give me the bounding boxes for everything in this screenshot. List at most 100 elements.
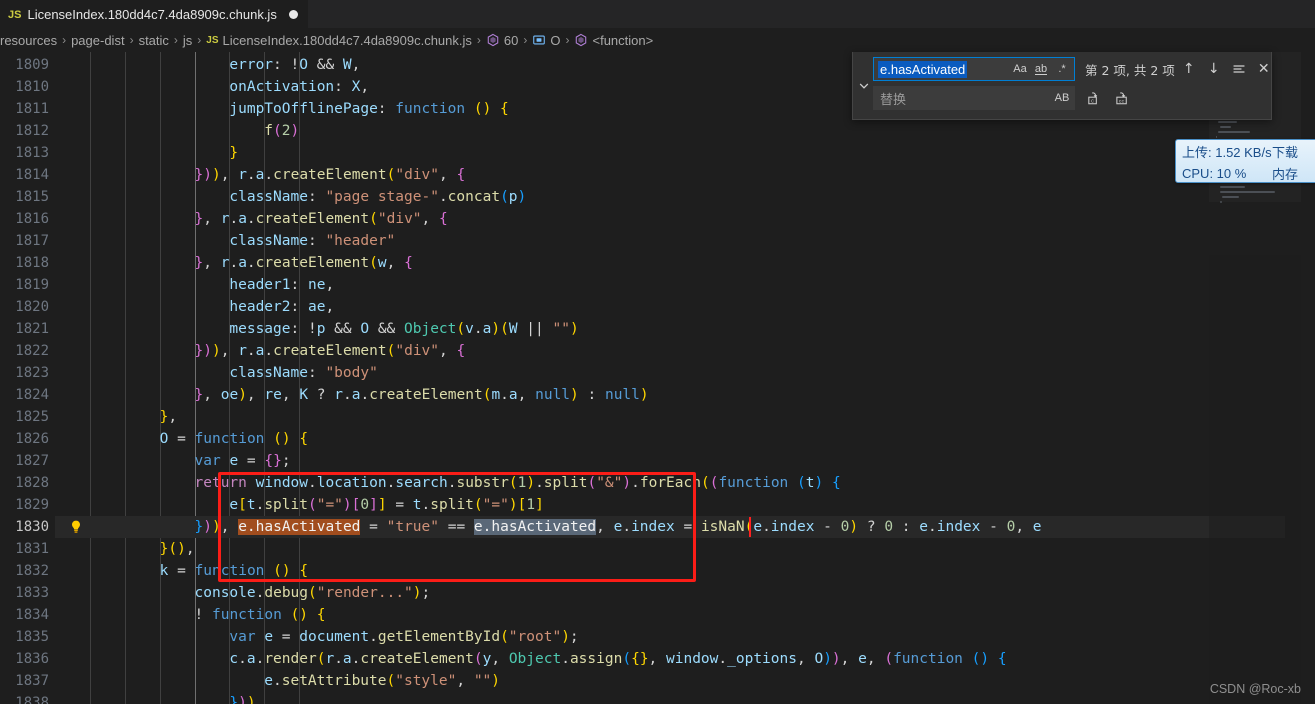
match-count-label: 第 2 项, 共 2 项 (1085, 62, 1175, 78)
regex-toggle[interactable]: .* (1052, 59, 1072, 79)
code-line[interactable]: e[t.split("=")[0]] = t.split("=")[1] (229, 494, 543, 516)
indent-guide (159, 52, 161, 704)
breadcrumb-item-symbol-function[interactable]: <function> (574, 33, 653, 48)
breadcrumb-label: <function> (592, 32, 654, 48)
code-line[interactable]: className: "body" (229, 362, 377, 384)
code-token: ( (273, 563, 282, 579)
code-token: : (893, 519, 920, 535)
code-token: , (1015, 519, 1033, 535)
quick-fix-lightbulb-icon[interactable] (68, 519, 84, 535)
code-line[interactable]: k = function () { (160, 560, 308, 582)
code-line[interactable]: var e = {}; (195, 450, 291, 472)
code-line[interactable]: c.a.render(r.a.createElement(y, Object.a… (229, 648, 1006, 670)
line-number: 1811 (15, 101, 49, 117)
code-token: setAttribute (281, 673, 387, 689)
indent-guide (89, 52, 91, 704)
code-line[interactable]: ! function () { (195, 604, 326, 626)
preserve-case-toggle[interactable]: AB (1052, 88, 1072, 108)
code-token: , (203, 255, 221, 271)
code-line[interactable]: header1: ne, (229, 274, 334, 296)
code-token: r (334, 387, 343, 403)
code-line[interactable]: var e = document.getElementById("root"); (229, 626, 578, 648)
replace-input[interactable]: 替换 AB (873, 86, 1075, 110)
code-token: _options (727, 651, 797, 667)
close-find-widget-button[interactable]: ✕ (1253, 58, 1275, 80)
code-line[interactable]: console.debug("render..."); (195, 582, 431, 604)
code-line[interactable]: f(2) (264, 120, 299, 142)
code-token: var (229, 629, 256, 645)
code-line[interactable]: onActivation: X, (229, 76, 369, 98)
code-editor[interactable]: 1809 1810 1811 1812 1813 1814 1815 1816 1817 1818… (0, 52, 1315, 704)
find-in-selection-icon[interactable] (1228, 58, 1250, 80)
line-number: 1834 (15, 607, 49, 623)
code-token: } (229, 145, 239, 161)
code-line[interactable]: })), e.hasActivated = "true" == e.hasAct… (195, 516, 1042, 538)
code-token: ( (369, 255, 378, 271)
code-token: = (386, 497, 413, 513)
code-token: K (299, 387, 309, 403)
find-replace-widget[interactable]: e.hasActivated Aa ab .* 第 2 项, 共 2 项 ↑ ↓… (852, 52, 1272, 120)
code-line[interactable]: jumpToOfflinePage: function () { (229, 98, 508, 120)
code-line[interactable]: return window.location.search.substr(1).… (195, 472, 841, 494)
previous-match-button[interactable]: ↑ (1178, 58, 1200, 80)
code-line[interactable]: })), r.a.createElement("div", { (195, 164, 466, 186)
code-line[interactable]: }, r.a.createElement("div", { (195, 208, 448, 230)
code-token: . (928, 519, 937, 535)
next-match-button[interactable]: ↓ (1203, 58, 1225, 80)
code-line[interactable]: }, r.a.createElement(w, { (195, 252, 413, 274)
code-line[interactable]: className: "header" (229, 230, 395, 252)
breadcrumb-item-page-dist[interactable]: page-dist (71, 33, 124, 48)
code-token: createElement (369, 387, 483, 403)
code-line[interactable]: }(), (160, 538, 195, 560)
code-line[interactable]: error: !O && W, (229, 54, 360, 76)
replace-all-icon[interactable]: cc (1111, 87, 1133, 109)
code-line[interactable]: message: !p && O && Object(v.a)(W || "") (229, 318, 578, 340)
code-token: : (290, 277, 308, 293)
code-token: ( (587, 475, 597, 491)
code-line[interactable]: }, (160, 406, 177, 428)
code-line[interactable]: header2: ae, (229, 296, 334, 318)
breadcrumb-item-resources[interactable]: resources (0, 33, 57, 48)
code-line[interactable]: } (229, 142, 238, 164)
breadcrumb-item-file[interactable]: JS LicenseIndex.180dd4c7.4da8909c.chunk.… (206, 33, 472, 48)
code-token: . (343, 387, 352, 403)
code-token: ) (482, 101, 492, 117)
code-token: W (508, 321, 518, 337)
breadcrumb-separator-icon: › (523, 33, 528, 47)
code-token: function (211, 607, 282, 623)
code-token: . (229, 255, 239, 271)
code-token: , (281, 387, 300, 403)
breadcrumb-item-js[interactable]: js (183, 33, 192, 48)
code-line[interactable]: })) (229, 692, 255, 704)
code-token: "render..." (316, 585, 413, 601)
breadcrumb-label: page-dist (71, 32, 125, 48)
code-token: null (604, 387, 640, 403)
code-token: - (814, 519, 841, 535)
code-token: r (238, 167, 247, 183)
code-token: . (273, 673, 282, 689)
code-token: . (264, 167, 274, 183)
network-performance-overlay[interactable]: 上传: 1.52 KB/s 下载 CPU: 10 % 内存 (1175, 139, 1315, 183)
unsaved-changes-dot[interactable] (288, 10, 298, 19)
editor-tab-active[interactable]: JS LicenseIndex.180dd4c7.4da8909c.chunk.… (0, 0, 308, 28)
code-token: "=" (482, 497, 509, 513)
breadcrumb-item-static[interactable]: static (139, 33, 169, 48)
code-line[interactable]: })), r.a.createElement("div", { (195, 340, 466, 362)
code-token: { (831, 475, 841, 491)
toggle-replace-chevron-icon[interactable] (855, 74, 873, 98)
line-number: 1837 (15, 673, 49, 689)
code-line[interactable]: e.setAttribute("style", "") (264, 670, 500, 692)
code-line[interactable]: className: "page stage-".concat(p) (229, 186, 526, 208)
breadcrumb-item-symbol-O[interactable]: O (532, 33, 560, 48)
code-line[interactable]: O = function () { (160, 428, 308, 450)
whole-word-toggle[interactable]: ab (1031, 59, 1051, 79)
code-line[interactable]: }, oe), re, K ? r.a.createElement(m.a, n… (195, 384, 649, 406)
match-case-toggle[interactable]: Aa (1010, 59, 1030, 79)
replace-one-icon[interactable]: c (1082, 87, 1104, 109)
memory-label: 内存 (1272, 166, 1299, 182)
breadcrumb-item-symbol-60[interactable]: 60 (486, 33, 518, 48)
find-input[interactable]: e.hasActivated Aa ab .* (873, 57, 1075, 81)
code-content-area[interactable]: error: !O && W, onActivation: X, jumpToOff… (55, 52, 1315, 704)
code-token: ) (639, 387, 649, 403)
